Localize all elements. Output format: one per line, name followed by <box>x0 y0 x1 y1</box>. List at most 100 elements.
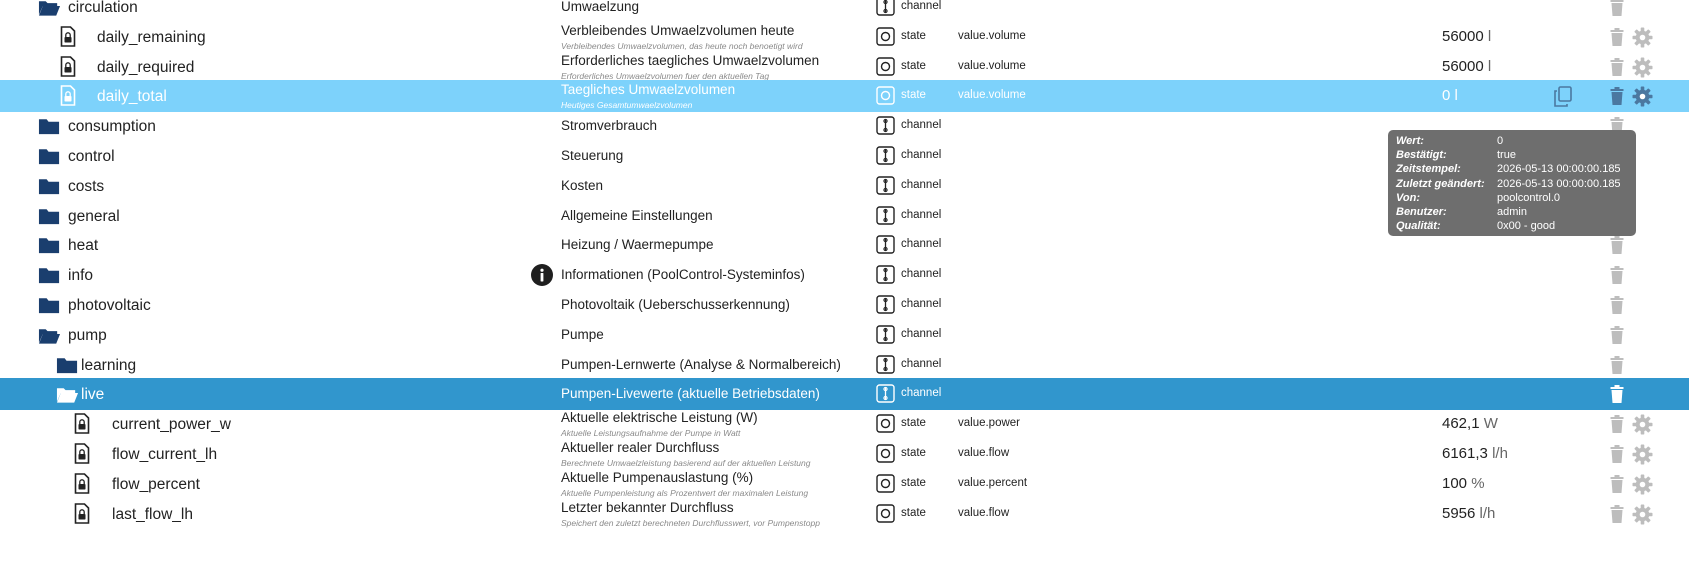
object-name[interactable]: control <box>68 148 115 166</box>
object-name[interactable]: info <box>68 267 93 285</box>
state-lock-icon[interactable] <box>60 25 76 52</box>
object-name[interactable]: daily_total <box>97 88 167 106</box>
object-name[interactable]: costs <box>68 178 104 196</box>
state-lock-icon[interactable] <box>74 443 90 469</box>
object-name[interactable]: last_flow_lh <box>112 506 193 524</box>
delete-icon[interactable] <box>1610 445 1624 463</box>
state-icon <box>876 503 895 523</box>
object-name[interactable]: learning <box>81 357 136 375</box>
folder-closed-icon[interactable] <box>38 207 61 230</box>
gear-icon[interactable] <box>1632 27 1653 48</box>
object-name[interactable]: flow_percent <box>112 476 200 494</box>
object-name[interactable]: photovoltaic <box>68 297 151 315</box>
object-name[interactable]: consumption <box>68 118 156 136</box>
tooltip-key: Qualität: <box>1396 220 1441 233</box>
state-lock-icon[interactable] <box>74 502 90 529</box>
state-lock-icon[interactable] <box>74 413 90 439</box>
object-name[interactable]: flow_current_lh <box>112 446 217 464</box>
object-value[interactable]: 56000 l <box>1442 58 1491 75</box>
object-name[interactable]: general <box>68 208 120 226</box>
channel-icon <box>876 146 895 165</box>
state-lock-icon[interactable] <box>74 472 90 499</box>
object-name[interactable]: heat <box>68 237 98 255</box>
folder-open-icon[interactable] <box>56 385 79 408</box>
value-unit: l <box>1454 87 1458 105</box>
gear-icon[interactable] <box>1632 414 1653 435</box>
tree-row-daily-remaining[interactable]: daily_remaining Verbleibendes Umwaelzvolu… <box>0 21 1689 53</box>
info-circle-icon[interactable] <box>531 264 553 287</box>
object-name[interactable]: circulation <box>68 0 138 17</box>
tree-row-current-power-w[interactable]: current_power_w Aktuelle elektrische Leis… <box>0 408 1689 440</box>
object-value[interactable]: 5956 l/h <box>1442 505 1495 522</box>
object-value[interactable]: 56000 l <box>1442 28 1491 45</box>
object-description: Aktueller realer Durchfluss <box>561 440 720 455</box>
tree-row-live[interactable]: live Pumpen-Livewerte (aktuelle Betriebsd… <box>0 378 1689 411</box>
delete-icon[interactable] <box>1610 385 1624 404</box>
object-type: state <box>901 89 926 102</box>
gear-icon[interactable] <box>1632 444 1653 465</box>
object-type: state <box>901 59 926 72</box>
delete-icon[interactable] <box>1610 236 1624 255</box>
object-value[interactable]: 462,1 W <box>1442 415 1498 432</box>
folder-open-icon[interactable] <box>38 0 61 21</box>
tooltip-key: Zeitstempel: <box>1396 163 1461 176</box>
tree-row-photovoltaic[interactable]: photovoltaic Photovoltaik (Ueberschusserk… <box>0 289 1689 321</box>
tree-row-flow-percent[interactable]: flow_percent Aktuelle Pumpenauslastung (%… <box>0 468 1689 500</box>
object-description: Verbleibendes Umwaelzvolumen heute <box>561 22 795 38</box>
tree-row-last-flow-lh[interactable]: last_flow_lh Letzter bekannter Durchfluss… <box>0 498 1689 530</box>
gear-icon[interactable] <box>1632 57 1653 78</box>
gear-icon[interactable] <box>1632 504 1653 525</box>
state-icon <box>876 444 895 463</box>
folder-closed-icon[interactable] <box>38 147 61 170</box>
folder-closed-icon[interactable] <box>38 236 61 259</box>
object-name[interactable]: live <box>81 386 104 404</box>
state-lock-icon[interactable] <box>60 85 76 111</box>
folder-closed-icon[interactable] <box>38 177 61 200</box>
tooltip-row: Wert: 0 <box>1396 134 1628 148</box>
folder-closed-icon[interactable] <box>38 266 61 289</box>
tooltip-value: 0x00 - good <box>1497 220 1556 233</box>
tree-row-pump[interactable]: pump Pumpe channel <box>0 319 1689 351</box>
object-value[interactable]: 0 l <box>1442 87 1458 104</box>
gear-icon[interactable] <box>1632 86 1653 107</box>
delete-icon[interactable] <box>1610 325 1624 344</box>
delete-icon[interactable] <box>1610 474 1624 493</box>
tree-row-daily-total[interactable]: daily_total Taegliches Umwaelzvolumen Heut… <box>0 80 1689 113</box>
delete-icon[interactable] <box>1610 415 1624 434</box>
tree-row-learning[interactable]: learning Pumpen-Lernwerte (Analyse & Norm… <box>0 349 1689 381</box>
channel-icon <box>876 384 895 404</box>
delete-icon[interactable] <box>1610 87 1624 106</box>
gear-icon[interactable] <box>1632 474 1653 495</box>
tree-row-daily-required[interactable]: daily_required Erforderliches taegliches … <box>0 51 1689 83</box>
tooltip-row: Benutzer: admin <box>1396 205 1628 219</box>
delete-icon[interactable] <box>1610 296 1624 314</box>
tooltip-row: Qualität: 0x00 - good <box>1396 219 1628 233</box>
object-name[interactable]: daily_remaining <box>97 29 206 47</box>
object-description-detail: Berechnete Umwaelzleistung basierend auf… <box>561 458 811 468</box>
folder-closed-icon[interactable] <box>56 356 79 379</box>
folder-closed-icon[interactable] <box>38 296 61 319</box>
delete-icon[interactable] <box>1610 266 1624 285</box>
object-value[interactable]: 100 % <box>1442 475 1485 492</box>
delete-icon[interactable] <box>1610 0 1624 16</box>
folder-closed-icon[interactable] <box>38 117 61 140</box>
tree-row-info[interactable]: info Informationen (PoolControl-Systeminf… <box>0 259 1689 291</box>
copy-icon[interactable] <box>1553 86 1573 108</box>
object-name[interactable]: pump <box>68 327 107 345</box>
delete-icon[interactable] <box>1610 504 1624 523</box>
channel-icon <box>876 205 895 225</box>
folder-open-icon[interactable] <box>38 326 61 349</box>
value-unit: l/h <box>1479 504 1496 522</box>
object-name[interactable]: daily_required <box>97 59 194 77</box>
tree-row-flow-current-lh[interactable]: flow_current_lh Aktueller realer Durchflu… <box>0 438 1689 470</box>
object-value[interactable]: 6161,3 l/h <box>1442 445 1508 462</box>
object-name[interactable]: current_power_w <box>112 416 231 434</box>
value-number: 56000 <box>1442 57 1484 75</box>
state-icon <box>876 27 895 46</box>
tree-row-circulation[interactable]: circulation Umwaelzung channel <box>0 0 1689 23</box>
delete-icon[interactable] <box>1610 57 1624 76</box>
object-description-detail: Verbleibendes Umwaelzvolumen, das heute … <box>561 40 803 51</box>
delete-icon[interactable] <box>1610 355 1624 374</box>
state-lock-icon[interactable] <box>60 55 76 82</box>
delete-icon[interactable] <box>1610 27 1624 46</box>
